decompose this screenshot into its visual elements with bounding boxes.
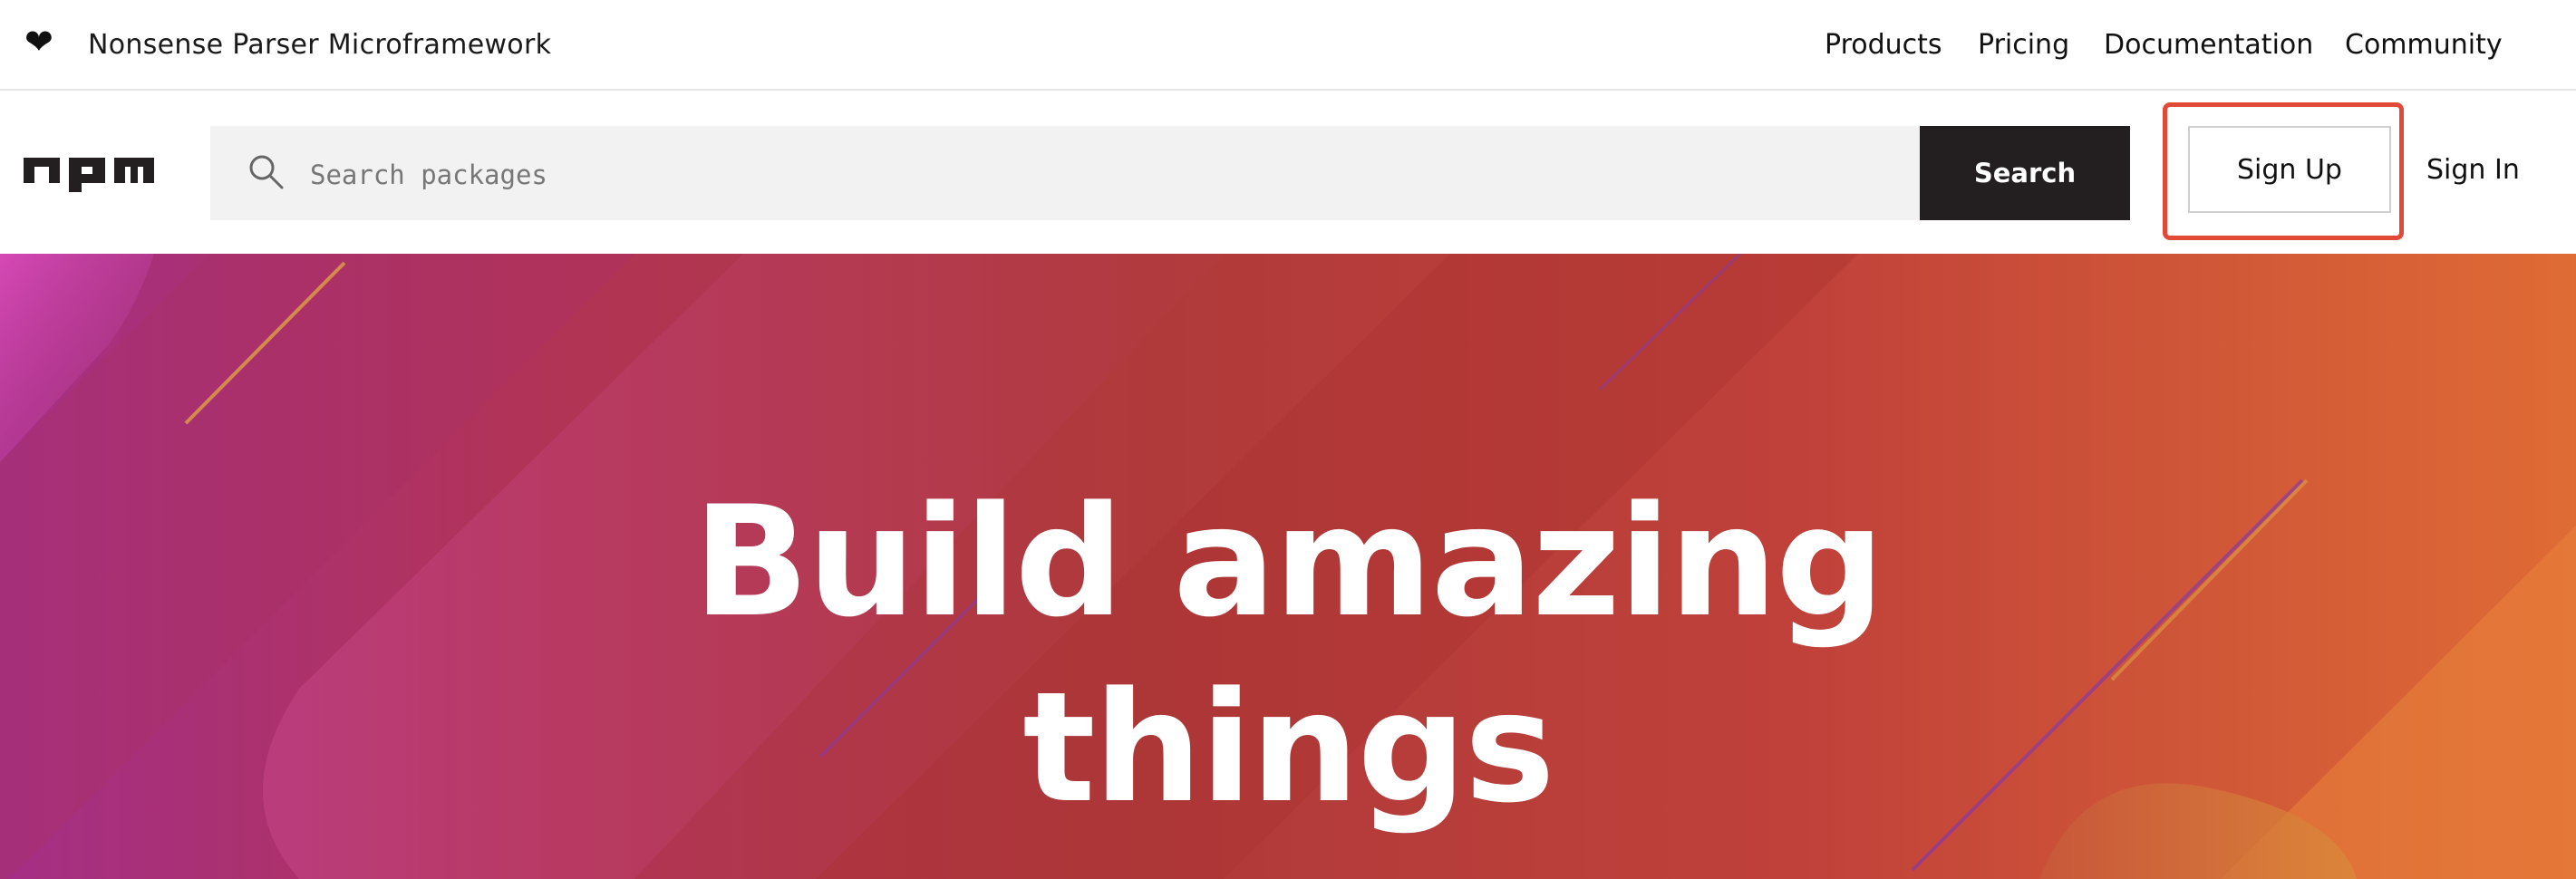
nav-pricing[interactable]: Pricing bbox=[1978, 27, 2069, 63]
nav-products[interactable]: Products bbox=[1825, 27, 1942, 63]
npm-logo-icon bbox=[24, 158, 154, 192]
heart-icon[interactable]: ❤ bbox=[24, 24, 53, 60]
hero-title-line-1: Build amazing bbox=[692, 473, 1885, 651]
top-bar: ❤ Nonsense Parser Microframework Product… bbox=[0, 0, 2576, 91]
nav-community[interactable]: Community bbox=[2345, 27, 2503, 63]
hero-banner: Build amazing things bbox=[0, 254, 2576, 879]
npm-logo[interactable] bbox=[24, 158, 154, 196]
hero-title-line-2: things bbox=[1022, 659, 1554, 836]
tagline[interactable]: Nonsense Parser Microframework bbox=[88, 27, 551, 63]
search-button[interactable]: Search bbox=[1920, 126, 2130, 220]
nav-documentation[interactable]: Documentation bbox=[2104, 27, 2313, 63]
sign-up-button[interactable]: Sign Up bbox=[2188, 126, 2391, 213]
search-input[interactable] bbox=[308, 150, 1889, 200]
sign-in-link[interactable]: Sign In bbox=[2426, 152, 2520, 188]
search-icon bbox=[248, 154, 285, 194]
